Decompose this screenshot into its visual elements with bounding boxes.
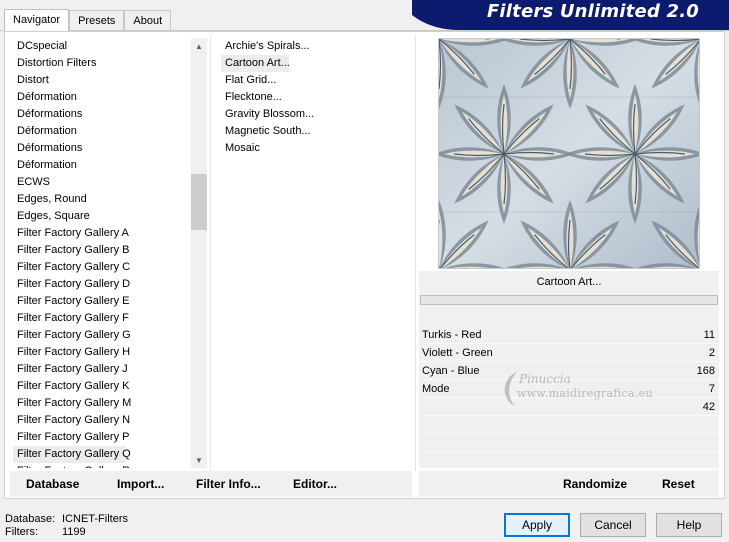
parameter-label: Cyan - Blue: [422, 365, 480, 377]
parameter-row-empty: [419, 434, 719, 452]
scroll-up-arrow-icon[interactable]: ▲: [191, 38, 207, 54]
filter-item[interactable]: Magnetic South...: [221, 123, 411, 140]
parameter-list: Turkis - Red 11 Violett - Green 2 Cyan - Blu…: [419, 326, 719, 470]
preview-image: [438, 38, 700, 269]
apply-button[interactable]: Apply: [504, 513, 570, 537]
category-item[interactable]: Filter Factory Gallery M: [13, 395, 189, 412]
filter-item[interactable]: Cartoon Art...: [221, 55, 290, 72]
category-item[interactable]: Edges, Round: [13, 191, 189, 208]
category-item[interactable]: Filter Factory Gallery K: [13, 378, 189, 395]
filter-item[interactable]: Archie's Spirals...: [221, 38, 411, 55]
category-item[interactable]: Distortion Filters: [13, 55, 189, 72]
category-item[interactable]: Edges, Square: [13, 208, 189, 225]
help-button[interactable]: Help: [656, 513, 722, 537]
column-divider: [210, 35, 211, 471]
category-item[interactable]: Filter Factory Gallery P: [13, 429, 189, 446]
column-divider: [415, 35, 416, 471]
parameter-value[interactable]: 2: [709, 344, 715, 362]
parameter-row[interactable]: Turkis - Red 11: [419, 326, 719, 344]
category-item[interactable]: Filter Factory Gallery Q: [13, 446, 131, 463]
category-scrollbar[interactable]: ▲ ▼: [191, 38, 207, 468]
randomize-button[interactable]: Randomize: [563, 471, 627, 497]
category-item[interactable]: Filter Factory Gallery F: [13, 310, 189, 327]
parameter-value[interactable]: 11: [704, 326, 715, 344]
filter-item[interactable]: Flat Grid...: [221, 72, 411, 89]
app-title: Filters Unlimited 2.0: [486, 1, 699, 22]
navigator-panel: DCspecial Distortion Filters Distort Déform…: [4, 31, 725, 499]
preview-pattern: [439, 39, 699, 268]
parameter-label: Mode: [422, 383, 450, 395]
category-item[interactable]: Filter Factory Gallery B: [13, 242, 189, 259]
tab-presets[interactable]: Presets: [69, 10, 125, 31]
category-item[interactable]: Filter Factory Gallery R: [13, 463, 189, 468]
filter-item[interactable]: Mosaic: [221, 140, 411, 157]
parameter-row[interactable]: 42: [419, 398, 719, 416]
tab-navigator[interactable]: Navigator: [4, 9, 70, 31]
category-item[interactable]: Filter Factory Gallery D: [13, 276, 189, 293]
right-toolbar: Randomize Reset: [419, 471, 719, 497]
title-banner: Filters Unlimited 2.0: [412, 0, 729, 31]
parameter-row-empty: [419, 452, 719, 470]
import-button[interactable]: Import...: [117, 471, 164, 497]
category-item[interactable]: ECWS: [13, 174, 189, 191]
selected-filter-name: Cartoon Art...: [536, 276, 602, 288]
category-item[interactable]: Distort: [13, 72, 189, 89]
filter-info-button[interactable]: Filter Info...: [196, 471, 261, 497]
category-item[interactable]: Filter Factory Gallery N: [13, 412, 189, 429]
category-item[interactable]: Déformations: [13, 106, 189, 123]
category-item[interactable]: Déformations: [13, 140, 189, 157]
category-item[interactable]: DCspecial: [13, 38, 189, 55]
tab-about[interactable]: About: [124, 10, 172, 31]
parameter-value[interactable]: 7: [709, 380, 715, 398]
parameter-panel: Cartoon Art... Turkis - Red 11 Violett - G…: [419, 271, 719, 470]
filters-count-label: Filters:: [5, 526, 38, 538]
parameter-row[interactable]: Violett - Green 2: [419, 344, 719, 362]
category-item[interactable]: Déformation: [13, 89, 189, 106]
category-item[interactable]: Filter Factory Gallery H: [13, 344, 189, 361]
parameter-label: Violett - Green: [422, 347, 493, 359]
parameter-row[interactable]: Cyan - Blue 168: [419, 362, 719, 380]
category-item[interactable]: Filter Factory Gallery J: [13, 361, 189, 378]
left-toolbar: Database Import... Filter Info... Editor…: [10, 471, 412, 497]
scroll-down-arrow-icon[interactable]: ▼: [191, 452, 207, 468]
cancel-button[interactable]: Cancel: [580, 513, 646, 537]
parameter-row-empty: [419, 416, 719, 434]
category-item[interactable]: Filter Factory Gallery A: [13, 225, 189, 242]
database-status-value: ICNET-Filters: [62, 513, 128, 525]
progress-bar: [420, 295, 718, 305]
category-item[interactable]: Filter Factory Gallery E: [13, 293, 189, 310]
category-item[interactable]: Déformation: [13, 123, 189, 140]
filter-item[interactable]: Flecktone...: [221, 89, 411, 106]
filters-count-value: 1199: [62, 526, 86, 538]
parameter-value[interactable]: 42: [703, 398, 715, 416]
parameter-label: Turkis - Red: [422, 329, 482, 341]
parameter-row[interactable]: Mode 7: [419, 380, 719, 398]
parameter-value[interactable]: 168: [697, 362, 715, 380]
filter-item[interactable]: Gravity Blossom...: [221, 106, 411, 123]
category-item[interactable]: Déformation: [13, 157, 189, 174]
database-status-label: Database:: [5, 513, 56, 525]
category-item[interactable]: Filter Factory Gallery C: [13, 259, 189, 276]
scroll-thumb[interactable]: [191, 174, 207, 230]
category-item[interactable]: Filter Factory Gallery G: [13, 327, 189, 344]
database-button[interactable]: Database: [26, 471, 79, 497]
reset-button[interactable]: Reset: [662, 471, 695, 497]
filter-list[interactable]: Archie's Spirals... Cartoon Art... Flat Gr…: [221, 38, 411, 157]
tab-bar: Navigator Presets About: [4, 9, 172, 31]
editor-button[interactable]: Editor...: [293, 471, 337, 497]
category-list[interactable]: DCspecial Distortion Filters Distort Déform…: [13, 38, 189, 468]
